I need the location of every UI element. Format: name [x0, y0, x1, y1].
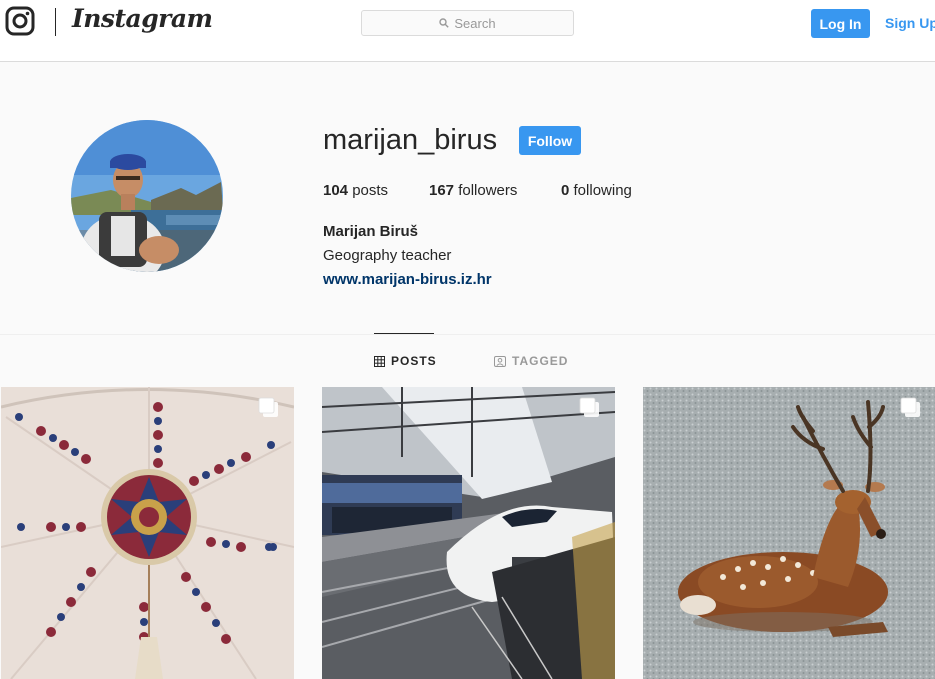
post-thumbnail[interactable] — [643, 387, 935, 679]
posts-count: 104 — [323, 182, 349, 199]
profile-avatar[interactable] — [71, 120, 223, 272]
instagram-logo[interactable]: Instagram — [72, 4, 213, 33]
followers-stat[interactable]: 167 followers — [429, 182, 517, 199]
instagram-camera-icon[interactable] — [5, 6, 35, 36]
profile-bio: Geography teacher — [323, 247, 452, 264]
follow-button[interactable]: Follow — [519, 126, 581, 155]
tab-posts[interactable]: POSTS — [374, 354, 437, 368]
following-label: following — [573, 182, 632, 199]
posts-label: posts — [352, 182, 389, 199]
post-image — [1, 387, 294, 679]
tagged-person-icon — [494, 355, 506, 367]
followers-count: 167 — [429, 182, 455, 199]
posts-stat: 104 posts — [323, 182, 388, 199]
post-thumbnail[interactable] — [1, 387, 294, 679]
post-image — [322, 387, 615, 679]
tab-posts-label: POSTS — [391, 354, 437, 368]
top-navigation-bar: Instagram Search Log In Sign Up — [0, 0, 935, 62]
search-icon — [439, 18, 450, 28]
multiple-photos-icon — [258, 397, 278, 417]
tab-tagged[interactable]: TAGGED — [494, 354, 568, 368]
search-input[interactable]: Search — [361, 10, 574, 36]
profile-website-link[interactable]: www.marijan-birus.iz.hr — [323, 271, 492, 288]
multiple-photos-icon — [579, 397, 599, 417]
search-placeholder: Search — [454, 15, 496, 31]
post-image — [643, 387, 935, 679]
post-thumbnail[interactable] — [322, 387, 615, 679]
profile-username: marijan_birus — [323, 124, 498, 156]
tab-tagged-label: TAGGED — [512, 354, 569, 368]
multiple-photos-icon — [900, 397, 920, 417]
active-tab-indicator — [374, 333, 434, 334]
following-stat[interactable]: 0 following — [561, 182, 632, 199]
logo-divider — [55, 8, 56, 36]
following-count: 0 — [561, 182, 570, 199]
grid-icon — [374, 355, 385, 367]
sign-up-link[interactable]: Sign Up — [885, 15, 935, 31]
profile-full-name: Marijan Biruš — [323, 223, 419, 240]
followers-label: followers — [458, 182, 518, 199]
tabs-divider — [0, 334, 935, 335]
log-in-button[interactable]: Log In — [811, 9, 870, 38]
